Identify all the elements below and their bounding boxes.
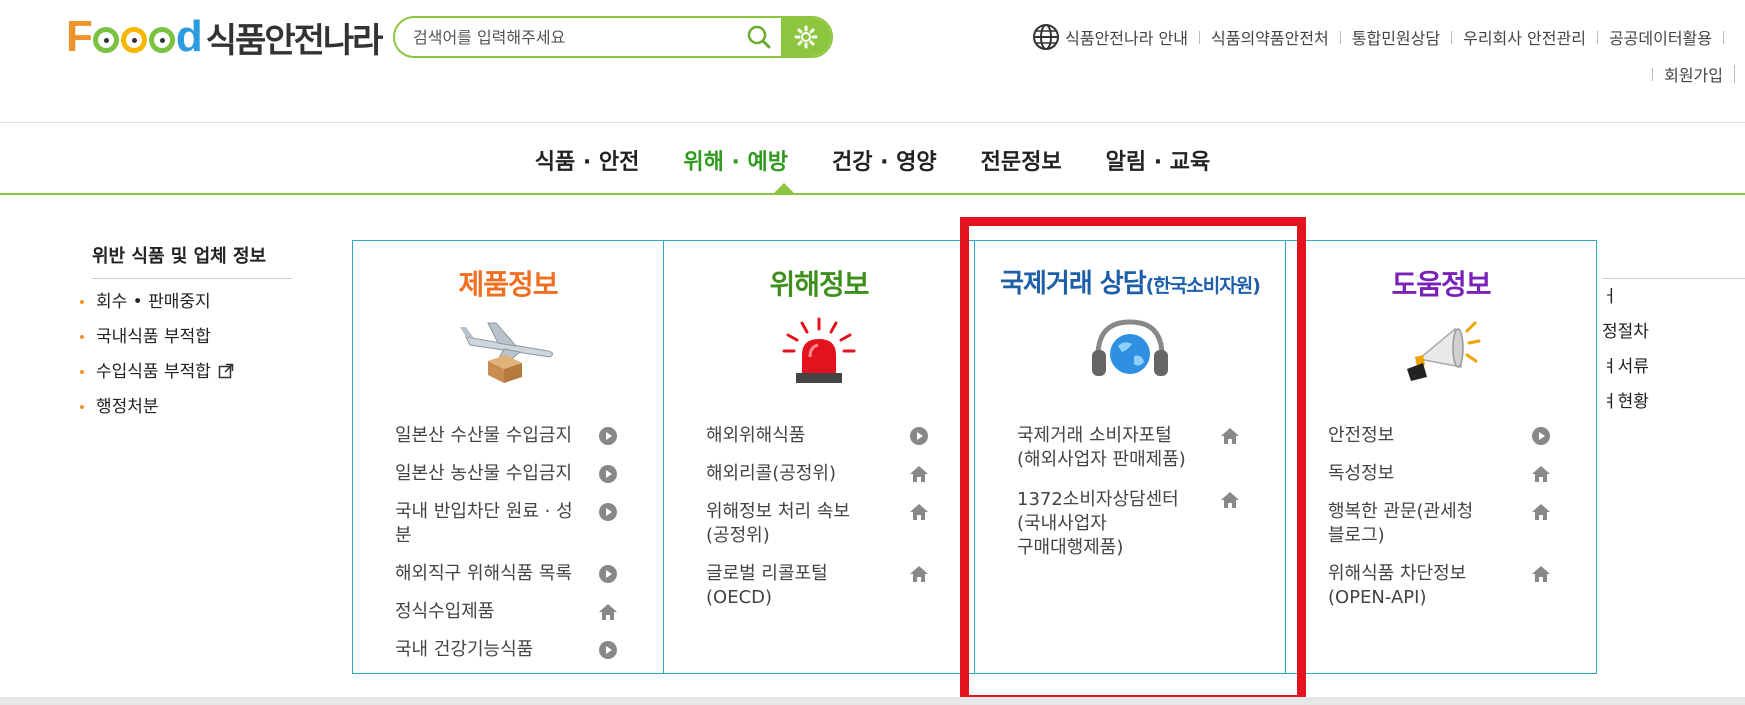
section-title: 위해정보: [769, 268, 869, 301]
play-circle-icon: [599, 565, 617, 583]
highlight-box: [960, 217, 1306, 704]
play-circle-icon: [910, 427, 928, 445]
gnb-hazard-prevention[interactable]: 위해 · 예방: [683, 140, 788, 176]
link-global-recall-portal[interactable]: 글로벌 리콜포털 (OECD): [706, 562, 930, 610]
home-icon: [910, 466, 928, 482]
link-overseas-hazard-food[interactable]: 해외위해식품: [706, 424, 930, 448]
link-open-api-block-info[interactable]: 위해식품 차단정보 (OPEN-API): [1328, 562, 1552, 610]
link-blocked-ingredients[interactable]: 국내 반입차단 원료 · 성분: [395, 500, 619, 548]
search-settings-button[interactable]: [781, 18, 831, 56]
search-input[interactable]: [395, 18, 737, 56]
top-link-company-safety[interactable]: 우리회사 안전관리: [1463, 25, 1586, 49]
violation-info-menu: 위반 식품 및 업체 정보 회수 • 판매중지 국내식품 부적합 수입식품 부적…: [80, 242, 292, 425]
gnb-health-nutrition[interactable]: 건강 · 영양: [832, 140, 937, 176]
active-nav-indicator: [774, 183, 794, 193]
globe-icon: [1033, 24, 1060, 50]
hazard-info-section: 위해정보 해외위해식품 해외리콜(공정위) 위해정보 처리 속보 (공정위) 글…: [664, 241, 975, 673]
play-circle-icon: [599, 465, 617, 483]
link-health-functional-food[interactable]: 국내 건강기능식품: [395, 638, 619, 662]
product-info-section: 제품정보 일본산 수산물 수입금지 일본산 농산물 수입금지 국내 반입차단 원…: [353, 241, 664, 673]
gnb-expert-info[interactable]: 전문정보: [981, 140, 1062, 176]
link-hazard-bulletin[interactable]: 위해정보 처리 속보 (공정위): [706, 500, 930, 548]
food-logo-mark: F d: [66, 12, 203, 61]
partial-side-menu: ㅓ 정절차 ㅕ서류 ㅕ현황: [1602, 278, 1745, 420]
play-circle-icon: [599, 503, 617, 521]
partial-menu-item[interactable]: ㅓ: [1602, 280, 1745, 315]
partial-menu-item[interactable]: ㅕ현황: [1602, 385, 1745, 420]
top-link-open-data[interactable]: 공공데이터활용: [1609, 25, 1712, 49]
top-link-guide[interactable]: 식품안전나라 안내: [1065, 25, 1188, 49]
top-link-mfds[interactable]: 식품의약품안전처: [1211, 25, 1329, 49]
link-official-import[interactable]: 정식수입제품: [395, 600, 619, 624]
nav-underline: [0, 193, 1745, 195]
link-direct-purchase-hazard[interactable]: 해외직구 위해식품 목록: [395, 562, 619, 586]
section-title: 제품정보: [458, 268, 558, 301]
external-link-icon: [219, 363, 234, 379]
link-overseas-recall[interactable]: 해외리콜(공정위): [706, 462, 930, 486]
home-icon: [910, 504, 928, 520]
menu-item-recall[interactable]: 회수 • 판매중지: [80, 285, 292, 320]
gnb-notice-education[interactable]: 알림 · 교육: [1106, 140, 1211, 176]
menu-item-admin-action[interactable]: 행정처분: [80, 390, 292, 425]
main-nav: 식품 · 안전 위해 · 예방 건강 · 영양 전문정보 알림 · 교육: [0, 140, 1745, 176]
link-safety-info[interactable]: 안전정보: [1328, 424, 1552, 448]
search-icon: [747, 25, 771, 49]
site-name: 식품안전나라: [205, 20, 384, 61]
home-icon: [1532, 466, 1550, 482]
play-circle-icon: [599, 641, 617, 659]
utility-nav-row2: 회원가입: [1641, 62, 1735, 86]
partial-menu-item[interactable]: ㅕ서류: [1602, 350, 1745, 385]
gear-icon: [794, 25, 818, 49]
gnb-food-safety[interactable]: 식품 · 안전: [535, 140, 640, 176]
utility-nav: 식품안전나라 안내 식품의약품안전처 통합민원상담 우리회사 안전관리 공공데이…: [1031, 22, 1735, 52]
menu-title: 위반 식품 및 업체 정보: [92, 242, 292, 279]
link-toxicity-info[interactable]: 독성정보: [1328, 462, 1552, 486]
search-bar: [393, 16, 833, 58]
link-customs-blog[interactable]: 행복한 관문(관세청 블로그): [1328, 500, 1552, 548]
menu-item-domestic-unfit[interactable]: 국내식품 부적합: [80, 320, 292, 355]
home-icon: [1532, 504, 1550, 520]
header-divider: [0, 122, 1745, 123]
signup-link[interactable]: 회원가입: [1664, 62, 1723, 86]
home-icon: [910, 566, 928, 582]
airplane-box-illustration: [460, 322, 554, 383]
help-info-section: 도움정보 안전정보 독성정보 행복한 관문(관세청 블로그) 위해식품 차단정보…: [1286, 241, 1596, 673]
top-link-complaint[interactable]: 통합민원상담: [1352, 25, 1440, 49]
site-logo[interactable]: F d 식품안전나라: [66, 12, 384, 62]
page-bottom-strip: [0, 697, 1745, 705]
siren-illustration: [782, 317, 856, 383]
search-button[interactable]: [737, 18, 781, 56]
home-icon: [599, 604, 617, 620]
home-icon: [1532, 566, 1550, 582]
menu-item-import-unfit[interactable]: 수입식품 부적합: [80, 355, 292, 390]
partial-menu-item[interactable]: 정절차: [1602, 315, 1745, 350]
section-title: 도움정보: [1391, 268, 1491, 301]
play-circle-icon: [599, 427, 617, 445]
link-japan-agri-ban[interactable]: 일본산 농산물 수입금지: [395, 462, 619, 486]
megaphone-illustration: [1407, 321, 1481, 381]
link-japan-seafood-ban[interactable]: 일본산 수산물 수입금지: [395, 424, 619, 448]
play-circle-icon: [1532, 427, 1550, 445]
